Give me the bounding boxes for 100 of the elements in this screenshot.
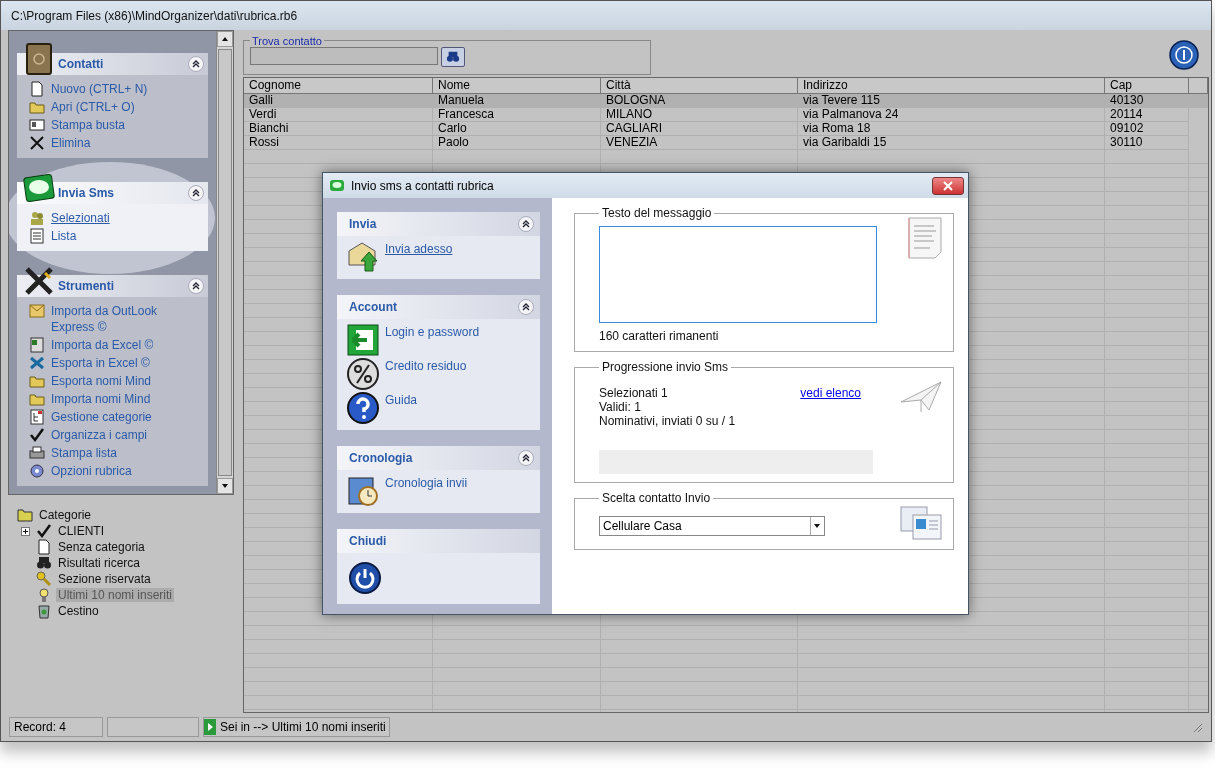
sidebar-link[interactable]: Importa da Excel © bbox=[51, 337, 154, 353]
sidebar-link[interactable]: Importa da OutLook Express © bbox=[51, 303, 178, 335]
expand-icon[interactable] bbox=[21, 526, 30, 536]
panel-header[interactable]: Cronologia bbox=[337, 446, 540, 470]
cross-icon bbox=[29, 135, 45, 151]
contact-dropdown[interactable]: Cellulare Casa bbox=[599, 516, 825, 536]
help-icon bbox=[347, 392, 379, 424]
panel-title: Invia bbox=[349, 217, 377, 231]
notepad-icon bbox=[907, 216, 943, 260]
sidebar-link[interactable]: Opzioni rubrica bbox=[51, 463, 132, 479]
group-header[interactable]: Strumenti bbox=[17, 265, 208, 297]
sidebar-link[interactable]: Apri (CTRL+ O) bbox=[51, 99, 135, 115]
collapse-icon[interactable] bbox=[188, 278, 204, 294]
spreadsheet-icon bbox=[29, 337, 45, 353]
table-cell: Bianchi bbox=[244, 122, 433, 136]
contacts-icon bbox=[899, 505, 943, 541]
collapse-icon[interactable] bbox=[518, 450, 534, 466]
panel-title: Chiudi bbox=[349, 534, 387, 548]
chat-bubble-icon bbox=[329, 177, 345, 194]
table-cell: 20114 bbox=[1105, 108, 1189, 122]
sidebar-link[interactable]: Esporta nomi Mind bbox=[51, 373, 152, 389]
sidebar-link[interactable]: Elimina bbox=[51, 135, 91, 151]
group-header[interactable]: Invia Sms bbox=[17, 172, 208, 204]
collapse-icon[interactable] bbox=[188, 185, 204, 201]
table-cell: Manuela bbox=[433, 94, 601, 108]
clock-icon bbox=[347, 475, 379, 507]
status-panel: Record: 4 bbox=[9, 717, 103, 737]
resize-grip[interactable] bbox=[1191, 721, 1203, 733]
tree-item[interactable]: Cestino bbox=[56, 604, 101, 618]
panel-link[interactable]: Login e password bbox=[385, 324, 480, 340]
group-legend: Progressione invio Sms bbox=[599, 360, 732, 374]
list-link[interactable]: vedi elenco bbox=[800, 386, 873, 428]
scrollbar[interactable] bbox=[216, 31, 233, 494]
tree-item[interactable]: CLIENTI bbox=[56, 524, 106, 538]
table-cell: CAGLIARI bbox=[601, 122, 798, 136]
dialog-title: Invio sms a contatti rubrica bbox=[351, 178, 494, 193]
sidebar-link[interactable]: Stampa busta bbox=[51, 117, 126, 133]
table-row[interactable]: Verdi Francesca MILANO via Palmanova 24 20114 bbox=[244, 108, 1208, 122]
sidebar-link[interactable]: Importa nomi Mind bbox=[51, 391, 151, 407]
column-header[interactable]: Cognome bbox=[244, 78, 433, 94]
sidebar-link[interactable]: Selezionati bbox=[51, 210, 110, 226]
panel-link[interactable]: Cronologia invii bbox=[385, 475, 468, 491]
message-field[interactable] bbox=[599, 226, 877, 323]
folder-icon bbox=[29, 373, 45, 389]
group-title: Contatti bbox=[58, 56, 105, 72]
progress-text: Validi: 1 bbox=[599, 400, 642, 414]
info-button[interactable] bbox=[1169, 39, 1199, 70]
collapse-icon[interactable] bbox=[518, 216, 534, 232]
tree-item[interactable]: Ultimi 10 nomi inseriti bbox=[56, 588, 175, 602]
panel-title: Cronologia bbox=[349, 451, 413, 465]
binoculars-icon bbox=[36, 555, 52, 571]
panel-link[interactable]: Guida bbox=[385, 392, 418, 408]
remaining-count: 160 caratteri rimanenti bbox=[599, 329, 720, 343]
close-icon bbox=[943, 180, 953, 191]
power-button[interactable] bbox=[349, 562, 381, 594]
scroll-up-button[interactable] bbox=[217, 31, 233, 47]
search-field[interactable] bbox=[250, 46, 438, 65]
sidebar-link[interactable]: Organizza i campi bbox=[51, 427, 148, 443]
panel-header[interactable]: Chiudi bbox=[337, 529, 540, 553]
folder-icon bbox=[29, 391, 45, 407]
tree-item[interactable]: Risultati ricerca bbox=[56, 556, 143, 570]
scroll-thumb[interactable] bbox=[218, 49, 232, 476]
login-icon bbox=[347, 324, 379, 356]
folder-icon bbox=[29, 99, 45, 115]
panel-header[interactable]: Account bbox=[337, 295, 540, 319]
table-cell: 09102 bbox=[1105, 122, 1189, 136]
panel-link[interactable]: Credito residuo bbox=[385, 358, 467, 374]
bulb-icon bbox=[36, 587, 52, 603]
group-header[interactable]: Contatti bbox=[17, 43, 208, 75]
folder-icon bbox=[17, 507, 33, 523]
tree-item[interactable]: Categorie bbox=[37, 508, 94, 522]
column-header[interactable]: Città bbox=[601, 78, 798, 94]
chat-bubble-icon bbox=[23, 172, 55, 204]
table-cell: Galli bbox=[244, 94, 433, 108]
collapse-icon[interactable] bbox=[188, 56, 204, 72]
scroll-down-button[interactable] bbox=[217, 478, 233, 494]
page-icon bbox=[36, 539, 52, 555]
table-row[interactable]: Galli Manuela BOLOGNA via Tevere 115 40130 bbox=[244, 94, 1208, 108]
book-icon bbox=[23, 43, 55, 75]
window-title: C:\Program Files (x86)\MindOrganizer\dati\rubrica.rb6 bbox=[11, 8, 298, 23]
sidebar-link[interactable]: Gestione categorie bbox=[51, 409, 152, 425]
collapse-icon[interactable] bbox=[518, 299, 534, 315]
table-row[interactable]: Bianchi Carlo CAGLIARI via Roma 18 09102 bbox=[244, 122, 1208, 136]
progress-text: Nominativi, inviati 0 su / 1 bbox=[599, 414, 736, 428]
close-button[interactable] bbox=[932, 176, 964, 195]
panel-header[interactable]: Invia bbox=[337, 212, 540, 236]
column-header[interactable]: Indirizzo bbox=[798, 78, 1105, 94]
list-icon bbox=[29, 228, 45, 244]
sidebar-link[interactable]: Stampa lista bbox=[51, 445, 118, 461]
sidebar-link[interactable]: Lista bbox=[51, 228, 77, 244]
tree-item[interactable]: Senza categoria bbox=[56, 540, 147, 554]
search-button[interactable] bbox=[441, 46, 465, 67]
sidebar-link[interactable]: Esporta in Excel © bbox=[51, 355, 150, 371]
percent-icon bbox=[347, 358, 379, 390]
tree-item[interactable]: Sezione riservata bbox=[56, 572, 153, 586]
column-header[interactable]: Cap bbox=[1105, 78, 1189, 94]
column-header[interactable]: Nome bbox=[433, 78, 601, 94]
sidebar-link[interactable]: Nuovo (CTRL+ N) bbox=[51, 81, 148, 97]
group-legend: Trova contatto bbox=[250, 34, 324, 47]
panel-link[interactable]: Invia adesso bbox=[385, 241, 453, 257]
